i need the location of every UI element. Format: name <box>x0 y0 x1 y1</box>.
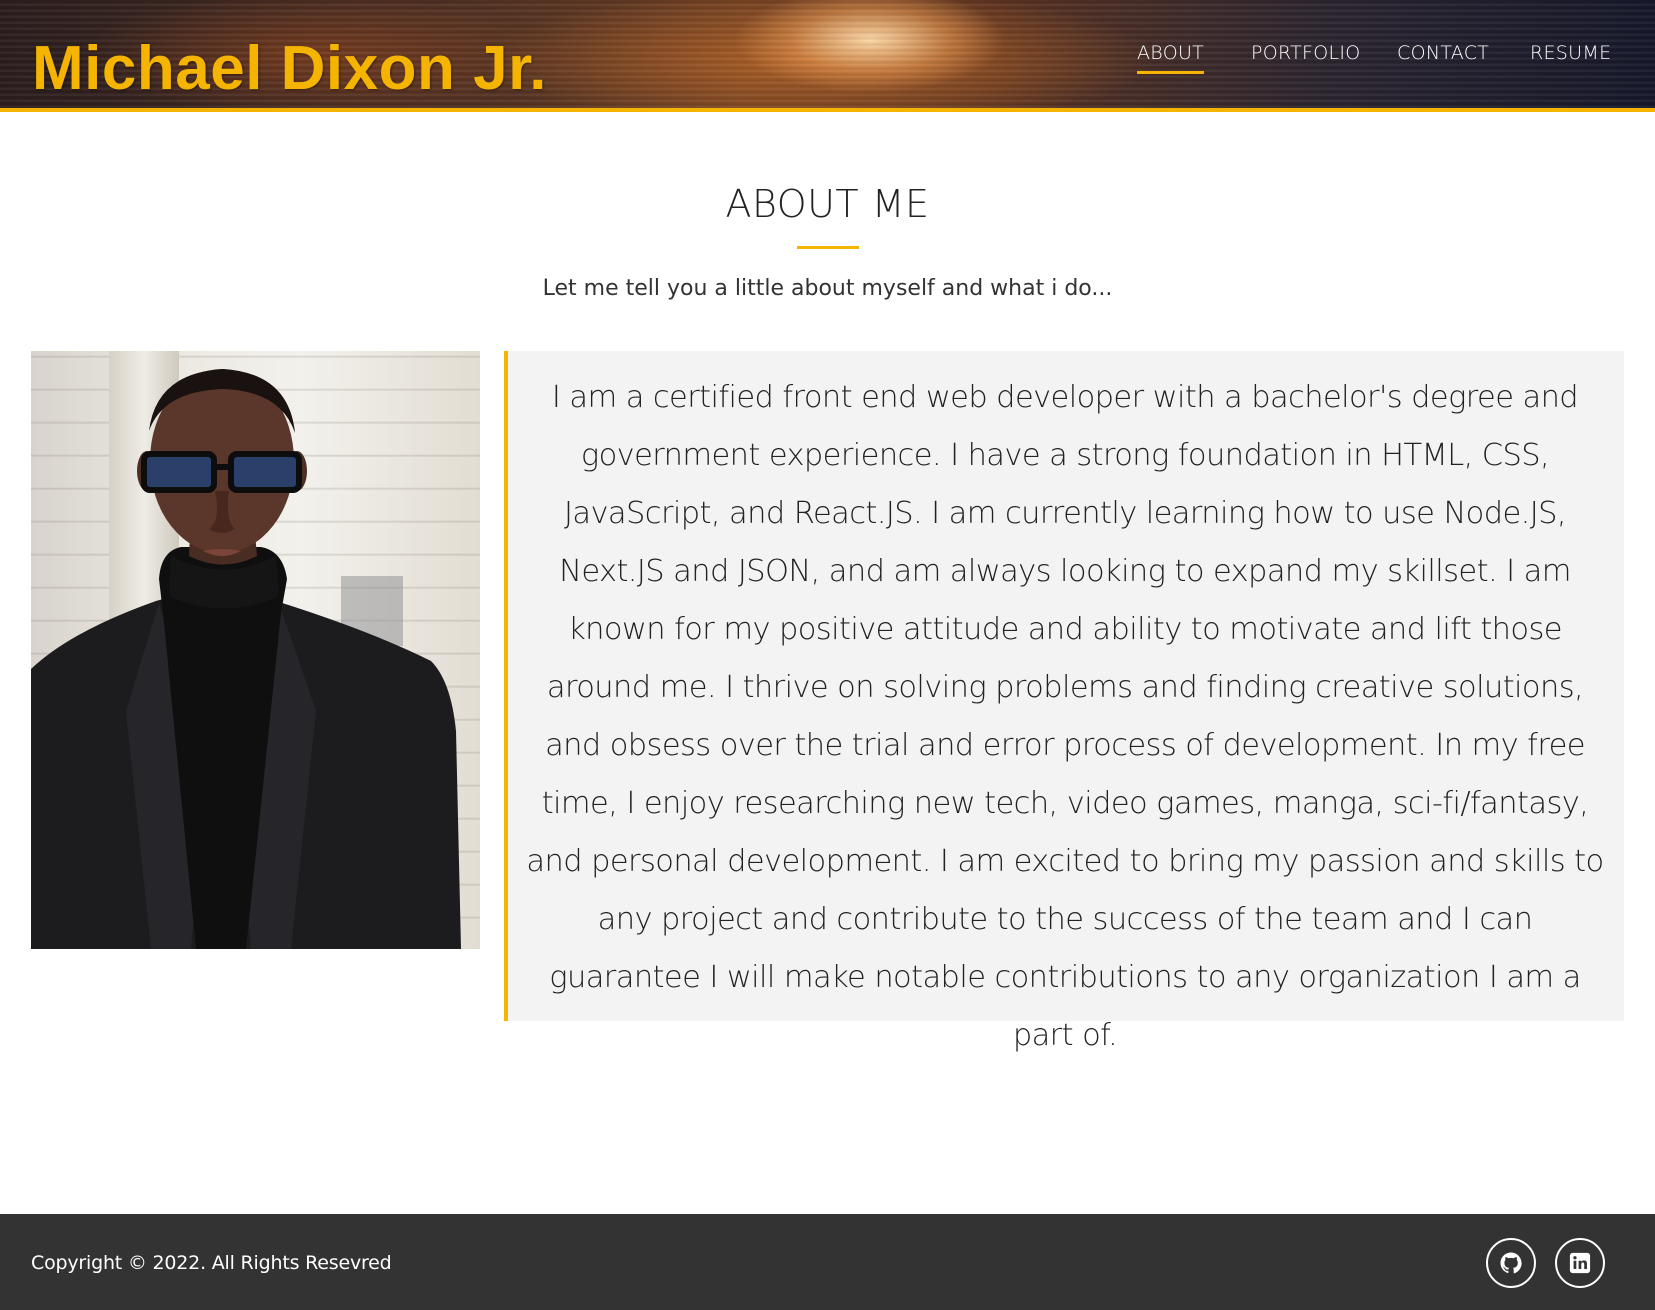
about-subtitle: Let me tell you a little about myself an… <box>542 276 1113 301</box>
bio-text: I am a certified front end web developer… <box>526 380 1604 1053</box>
nav-portfolio[interactable]: PORTFOLIO <box>1251 42 1361 74</box>
nav-resume[interactable]: RESUME <box>1530 42 1611 74</box>
github-link[interactable] <box>1486 1238 1536 1288</box>
title-underline <box>797 246 859 249</box>
nav-contact[interactable]: CONTACT <box>1397 42 1489 74</box>
github-icon <box>1500 1252 1522 1274</box>
copyright-text: Copyright © 2022. All Rights Resevred <box>31 1252 392 1274</box>
profile-photo <box>31 351 480 949</box>
linkedin-link[interactable] <box>1555 1238 1605 1288</box>
profile-portrait <box>31 369 461 949</box>
main-nav: ABOUT PORTFOLIO CONTACT RESUME <box>0 42 1655 82</box>
linkedin-icon <box>1569 1252 1591 1274</box>
about-title: ABOUT ME <box>725 182 930 226</box>
site-footer: Copyright © 2022. All Rights Resevred <box>0 1214 1655 1310</box>
site-header: Michael Dixon Jr. ABOUT PORTFOLIO CONTAC… <box>0 0 1655 112</box>
bio-card: I am a certified front end web developer… <box>504 351 1624 1053</box>
nav-about[interactable]: ABOUT <box>1137 42 1205 74</box>
